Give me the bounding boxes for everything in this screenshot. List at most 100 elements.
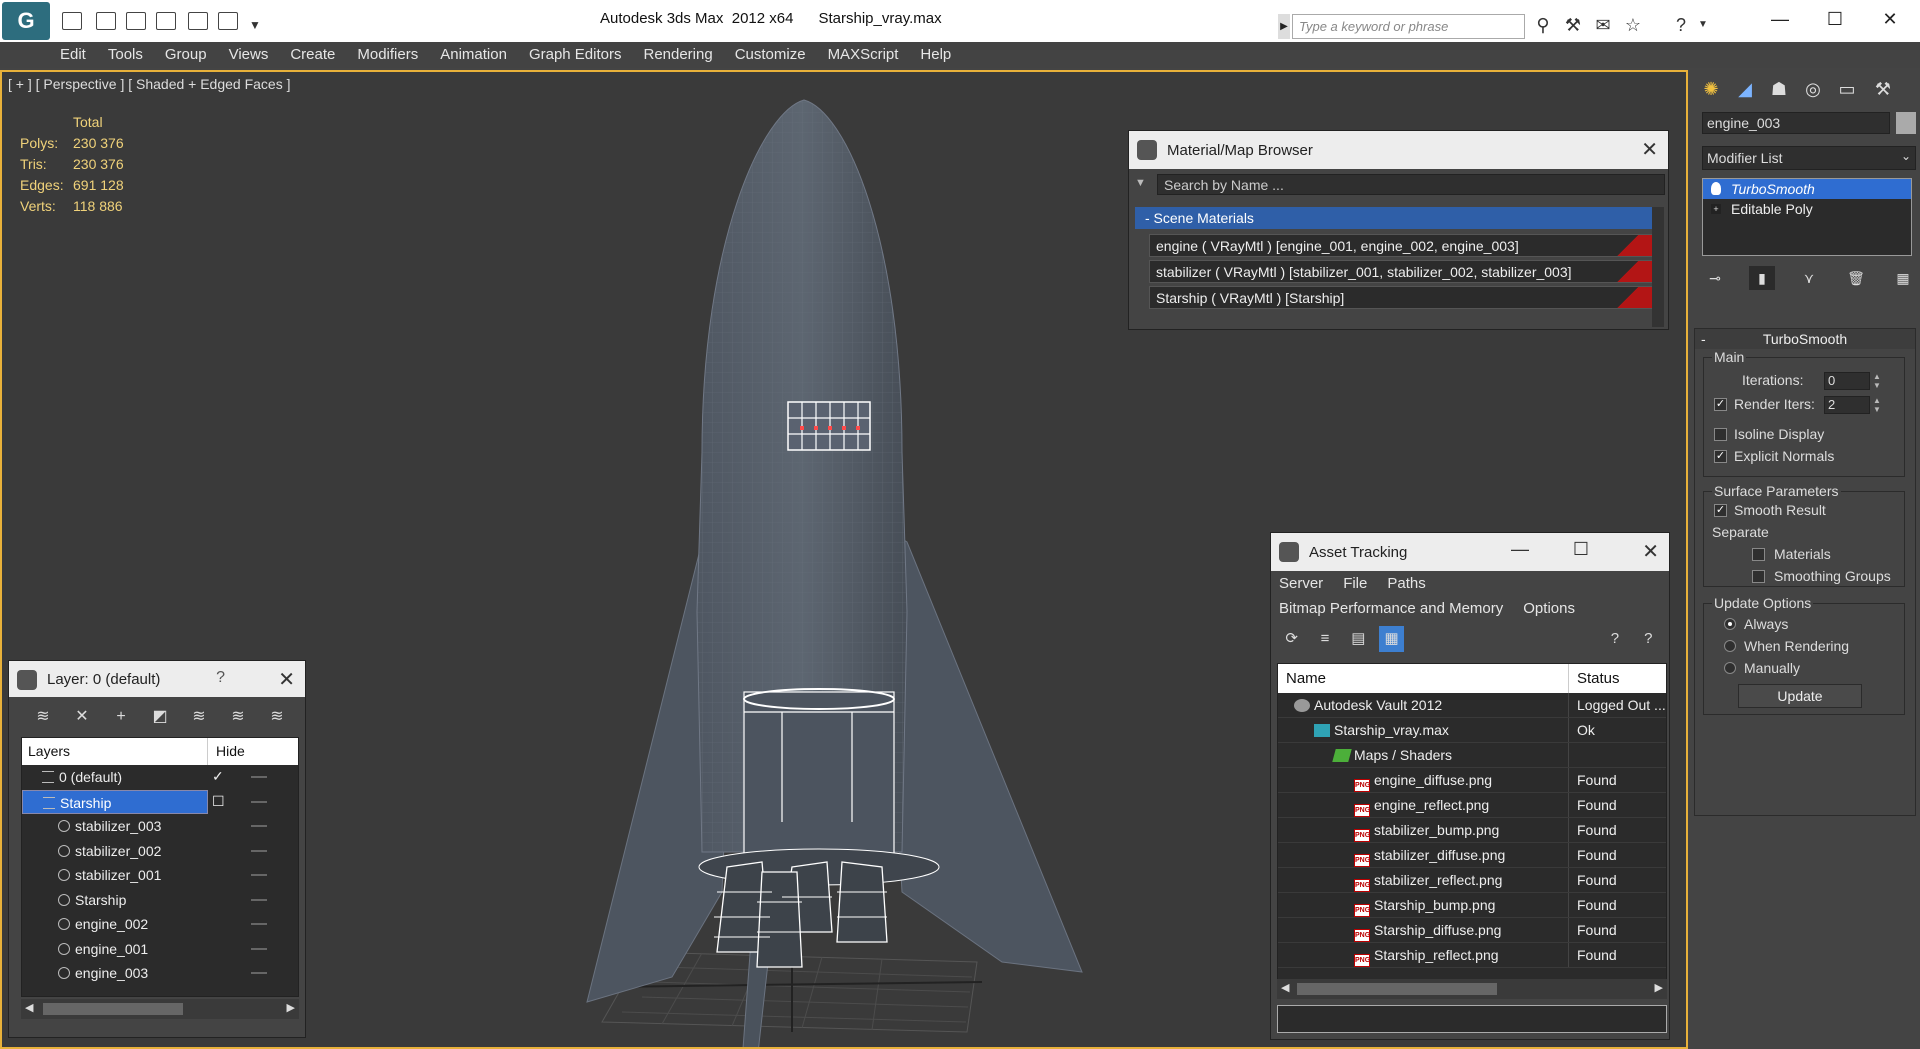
new-scene-icon[interactable] [126,12,146,30]
highlight-layer-icon[interactable]: ≋ [185,704,213,730]
hide-toggle[interactable] [251,972,267,974]
open-file-icon[interactable] [62,12,82,30]
render-iters-checkbox[interactable]: ✓ [1714,398,1727,411]
minimize-icon[interactable]: — [1511,539,1529,560]
active-layer-check-icon[interactable]: ✓ [212,768,230,785]
asset-row[interactable]: Starship_vray.max Ok [1278,718,1666,743]
menu-customize[interactable]: Customize [735,42,806,68]
material-item-stabilizer[interactable]: stabilizer ( VRayMtl ) [stabilizer_001, … [1149,260,1654,283]
explicit-normals-checkbox[interactable]: ✓ [1714,450,1727,463]
help-context-icon[interactable]: ? [1636,626,1661,652]
when-rendering-radio[interactable] [1724,640,1736,652]
freeze-all-layers-icon[interactable]: ≋ [263,704,291,730]
hold-icon[interactable] [156,12,176,30]
layer-row[interactable]: 0 (default) ✓ [22,765,298,790]
menu-server[interactable]: Server [1279,575,1323,592]
update-button[interactable]: Update [1738,684,1862,708]
menu-rendering[interactable]: Rendering [643,42,712,68]
layer-hscrollbar[interactable]: ◀ ▶ [21,999,299,1019]
remove-modifier-icon[interactable]: 🗑 [1843,266,1869,290]
menu-create[interactable]: Create [290,42,335,68]
hide-toggle[interactable] [251,923,267,925]
search-expand-arrow-icon[interactable]: ▶ [1278,14,1290,39]
display-tab-icon[interactable]: ▭ [1834,76,1860,102]
asset-row[interactable]: PNG Starship_diffuse.png Found [1278,918,1666,943]
menu-maxscript[interactable]: MAXScript [828,42,899,68]
delete-layer-icon[interactable]: ✕ [68,704,96,730]
object-color-swatch[interactable] [1896,112,1916,134]
expand-plus-icon[interactable]: + [1711,204,1721,214]
scroll-right-icon[interactable]: ▶ [287,1001,295,1014]
layer-object-row[interactable]: stabilizer_002 [22,839,298,864]
subscription-icon[interactable]: ⚒ [1562,14,1584,36]
menu-tools[interactable]: Tools [108,42,143,68]
stack-item-editable-poly[interactable]: + Editable Poly [1703,199,1911,219]
motion-tab-icon[interactable]: ◎ [1800,76,1826,102]
scroll-thumb[interactable] [43,1003,183,1015]
project-folder-icon[interactable] [218,12,238,30]
hide-toggle[interactable] [251,947,267,950]
modifier-list-dropdown[interactable]: Modifier List ⌄ [1702,146,1916,170]
help-icon[interactable]: ? [1670,14,1692,36]
select-objects-icon[interactable]: ◩ [146,704,174,730]
scroll-thumb[interactable] [1297,983,1497,995]
material-item-starship[interactable]: Starship ( VRayMtl ) [Starship] [1149,286,1654,309]
show-end-result-icon[interactable]: ▮ [1749,266,1775,290]
turbosmooth-rollout-header[interactable]: - TurboSmooth [1695,329,1915,349]
scroll-right-icon[interactable]: ▶ [1655,981,1663,994]
set-current-layer-icon[interactable]: ☐ [212,793,230,810]
column-status[interactable]: Status [1569,664,1620,693]
utilities-tab-icon[interactable]: ⚒ [1870,76,1896,102]
menu-views[interactable]: Views [229,42,269,68]
make-unique-icon[interactable]: ⋎ [1796,266,1822,290]
menu-animation[interactable]: Animation [440,42,507,68]
pin-stack-icon[interactable]: ⊸ [1702,266,1728,290]
asset-row[interactable]: Maps / Shaders [1278,743,1666,768]
close-icon[interactable]: ✕ [1641,137,1658,162]
menu-modifiers[interactable]: Modifiers [357,42,418,68]
application-menu-button[interactable]: G [2,2,50,40]
materials-checkbox[interactable] [1752,548,1765,561]
scene-materials-group[interactable]: - Scene Materials [1135,207,1654,229]
fetch-icon[interactable] [188,12,208,30]
column-layers[interactable]: Layers [22,738,208,765]
close-icon[interactable]: ✕ [278,667,295,692]
save-file-icon[interactable] [96,12,116,30]
asset-row[interactable]: PNG Starship_bump.png Found [1278,893,1666,918]
asset-tracking-titlebar[interactable]: Asset Tracking — ☐ ✕ [1271,533,1669,571]
iterations-spinner[interactable]: 0 [1824,372,1870,390]
menu-group[interactable]: Group [165,42,207,68]
column-name[interactable]: Name [1278,664,1569,693]
modify-tab-icon[interactable]: ◢ [1732,76,1758,102]
asset-row[interactable]: PNG engine_reflect.png Found [1278,793,1666,818]
menu-help[interactable]: Help [920,42,951,68]
refresh-icon[interactable]: ⟳ [1279,626,1304,652]
asset-table-hscrollbar[interactable]: ◀ ▶ [1277,979,1667,999]
menu-bitmap-performance[interactable]: Bitmap Performance and Memory [1279,600,1503,617]
asset-row[interactable]: PNG Starship_reflect.png Found [1278,943,1666,968]
search-input[interactable]: Type a keyword or phrase [1292,14,1525,39]
hide-toggle[interactable] [251,898,267,901]
menu-file[interactable]: File [1343,575,1367,592]
material-search-input[interactable]: Search by Name ... [1157,174,1665,195]
layer-object-row[interactable]: stabilizer_003 [22,814,298,839]
smooth-result-checkbox[interactable]: ✓ [1714,504,1727,517]
create-layer-icon[interactable]: ≋ [29,704,57,730]
quick-access-dropdown-icon[interactable]: ▼ [244,14,266,36]
viewport-label[interactable]: [ + ] [ Perspective ] [ Shaded + Edged F… [8,76,291,92]
layer-row[interactable]: Starship ☐ [22,789,298,814]
asset-row[interactable]: PNG stabilizer_reflect.png Found [1278,868,1666,893]
smoothing-groups-checkbox[interactable] [1752,570,1765,583]
help-icon[interactable]: ? [1602,626,1627,652]
hide-toggle[interactable] [251,776,267,778]
manually-radio[interactable] [1724,662,1736,674]
isoline-display-checkbox[interactable] [1714,428,1727,441]
material-browser-titlebar[interactable]: Material/Map Browser ✕ [1129,131,1668,169]
asset-row[interactable]: PNG engine_diffuse.png Found [1278,768,1666,793]
hierarchy-tab-icon[interactable]: ☗ [1766,76,1792,102]
close-icon[interactable]: ✕ [1870,6,1910,32]
layer-object-row[interactable]: engine_003 [22,961,298,986]
menu-graph-editors[interactable]: Graph Editors [529,42,622,68]
asset-row[interactable]: Autodesk Vault 2012 Logged Out ... [1278,693,1666,718]
stack-item-turbosmooth[interactable]: TurboSmooth [1703,179,1911,199]
